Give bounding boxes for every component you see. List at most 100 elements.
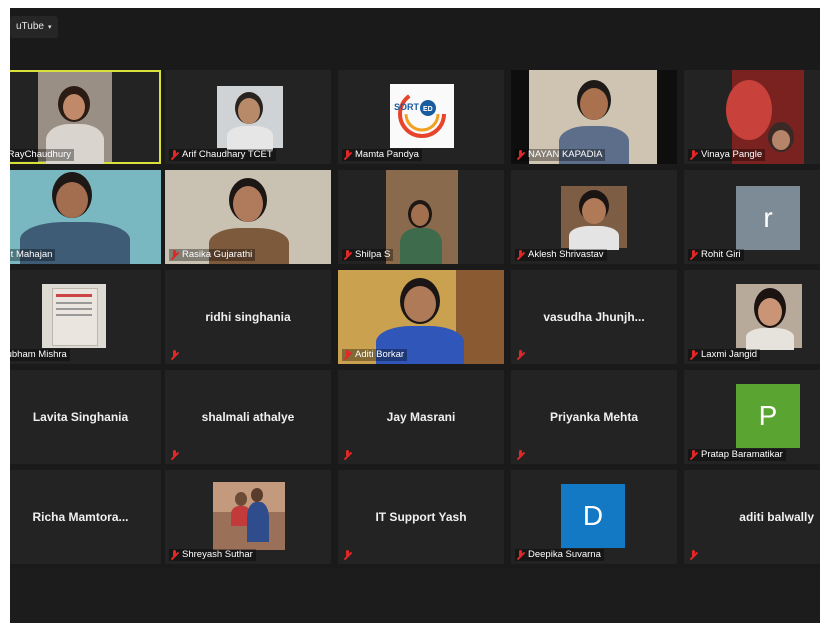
participant-name: NAYAN KAPADIA [528, 149, 603, 160]
participant-video: SORT ED [390, 84, 454, 148]
muted-mic-icon [343, 249, 352, 261]
muted-mic-icon [689, 550, 698, 561]
participant-tile[interactable]: ridhi singhania [165, 270, 331, 364]
participant-tile[interactable]: Aditi Borkar [338, 270, 504, 364]
participant-video [213, 482, 285, 550]
participant-tile[interactable]: vasudha Jhunjh... [511, 270, 677, 364]
participant-tile[interactable]: Jay Masrani [338, 370, 504, 464]
participant-label: Shreyash Suthar [169, 549, 256, 561]
participant-tile[interactable]: Rasika Gujarathi [165, 170, 331, 264]
participant-tile[interactable]: aditi balwally [684, 470, 820, 564]
participant-name: Pratap Baramatikar [701, 449, 783, 460]
participant-label: Aditi Borkar [342, 349, 408, 361]
avatar: r [736, 186, 800, 250]
participant-name: Vinit Mahajan [10, 249, 53, 260]
muted-mic-icon [343, 149, 352, 161]
participant-label: Vinit Mahajan [10, 249, 56, 261]
screen-share-tag[interactable]: uTube ▾ [10, 16, 58, 38]
participant-label: Vinaya Pangle [688, 149, 766, 161]
muted-mic-icon [170, 549, 179, 561]
participant-tile[interactable]: P Pratap Baramatikar [684, 370, 820, 464]
participant-tile[interactable]: Arif Chaudhary TCET [165, 70, 331, 164]
participant-name: vasudha Jhunjh... [543, 310, 645, 324]
muted-mic-icon [516, 249, 525, 261]
muted-mic-icon [170, 249, 179, 261]
participant-name: Richa Mamtora... [32, 510, 129, 524]
participant-label [342, 550, 358, 561]
participant-label: NAYAN KAPADIA [515, 149, 606, 161]
participant-name: Jay Masrani [386, 410, 456, 424]
participant-tile[interactable]: D Deepika Suvarna [511, 470, 677, 564]
svg-text:SORT: SORT [394, 102, 420, 112]
participant-name: Rasika Gujarathi [182, 249, 253, 260]
participant-name: Laxmi Jangid [701, 349, 757, 360]
muted-mic-icon [516, 350, 525, 361]
meeting-gallery: uTube▾ ita RayChaudhury Arif Chaudhary T… [10, 8, 820, 623]
participant-name: Shreyash Suthar [182, 549, 253, 560]
participant-video [736, 284, 802, 350]
participant-video [561, 186, 627, 250]
participant-tile[interactable]: Shreyash Suthar [165, 470, 331, 564]
participant-tile[interactable]: SORT ED Mamta Pandya [338, 70, 504, 164]
participant-name: Aklesh Shrivastav [528, 249, 604, 260]
muted-mic-icon [689, 349, 698, 361]
participant-tile[interactable]: Shubham Mishra [10, 270, 161, 364]
muted-mic-icon [343, 450, 352, 461]
avatar: P [736, 384, 800, 448]
participant-tile[interactable]: Vinit Mahajan [10, 170, 161, 264]
participant-tile[interactable]: ita RayChaudhury [10, 70, 161, 164]
participant-label [688, 550, 704, 561]
participant-name: Vinaya Pangle [701, 149, 763, 160]
muted-mic-icon [343, 349, 352, 361]
participant-tile[interactable]: Aklesh Shrivastav [511, 170, 677, 264]
participant-name: Rohit Giri [701, 249, 741, 260]
participant-name: Priyanka Mehta [549, 410, 639, 424]
participant-label: Pratap Baramatikar [688, 449, 786, 461]
screen-share-label: uTube [16, 21, 44, 32]
participant-tile[interactable]: Priyanka Mehta [511, 370, 677, 464]
participant-tile[interactable]: r Rohit Giri [684, 170, 820, 264]
participant-label: Rasika Gujarathi [169, 249, 256, 261]
participant-tile[interactable]: IT Support Yash [338, 470, 504, 564]
participant-label: ita RayChaudhury [10, 149, 75, 161]
participant-name: Deepika Suvarna [528, 549, 601, 560]
participant-name: ita RayChaudhury [10, 149, 72, 160]
participant-tile[interactable]: Richa Mamtora... [10, 470, 161, 564]
participant-name: Aditi Borkar [355, 349, 405, 360]
chevron-down-icon: ▾ [47, 24, 52, 31]
participant-label: Mamta Pandya [342, 149, 422, 161]
avatar: D [561, 484, 625, 548]
participant-label [169, 450, 185, 461]
participant-tile[interactable]: shalmali athalye [165, 370, 331, 464]
participant-video [386, 170, 458, 264]
participant-video [42, 284, 106, 348]
muted-mic-icon [516, 450, 525, 461]
participant-label: Laxmi Jangid [688, 349, 760, 361]
muted-mic-icon [689, 249, 698, 261]
participant-tile[interactable]: Shilpa S [338, 170, 504, 264]
participant-label: Rohit Giri [688, 249, 744, 261]
participant-name: aditi balwally [739, 510, 814, 524]
participant-label [342, 450, 358, 461]
participant-tile[interactable]: Lavita Singhania [10, 370, 161, 464]
participant-label: Shubham Mishra [10, 349, 70, 361]
participant-video [217, 86, 283, 150]
muted-mic-icon [689, 149, 698, 161]
participant-label [515, 350, 531, 361]
participant-name: ridhi singhania [205, 310, 291, 324]
muted-mic-icon [170, 350, 179, 361]
muted-mic-icon [689, 449, 698, 461]
participant-name: Mamta Pandya [355, 149, 419, 160]
participant-label: Shilpa S [342, 249, 394, 261]
participant-tile[interactable]: Laxmi Jangid [684, 270, 820, 364]
participant-tile[interactable]: NAYAN KAPADIA [511, 70, 677, 164]
participant-label: Arif Chaudhary TCET [169, 149, 276, 161]
svg-text:ED: ED [423, 106, 433, 113]
participant-tile[interactable]: Vinaya Pangle [684, 70, 820, 164]
participant-name: Arif Chaudhary TCET [182, 149, 273, 160]
participant-name: Lavita Singhania [32, 410, 129, 424]
participant-label [515, 450, 531, 461]
participant-name: IT Support Yash [375, 510, 467, 524]
participant-name: shalmali athalye [201, 410, 295, 424]
participant-label [169, 350, 185, 361]
